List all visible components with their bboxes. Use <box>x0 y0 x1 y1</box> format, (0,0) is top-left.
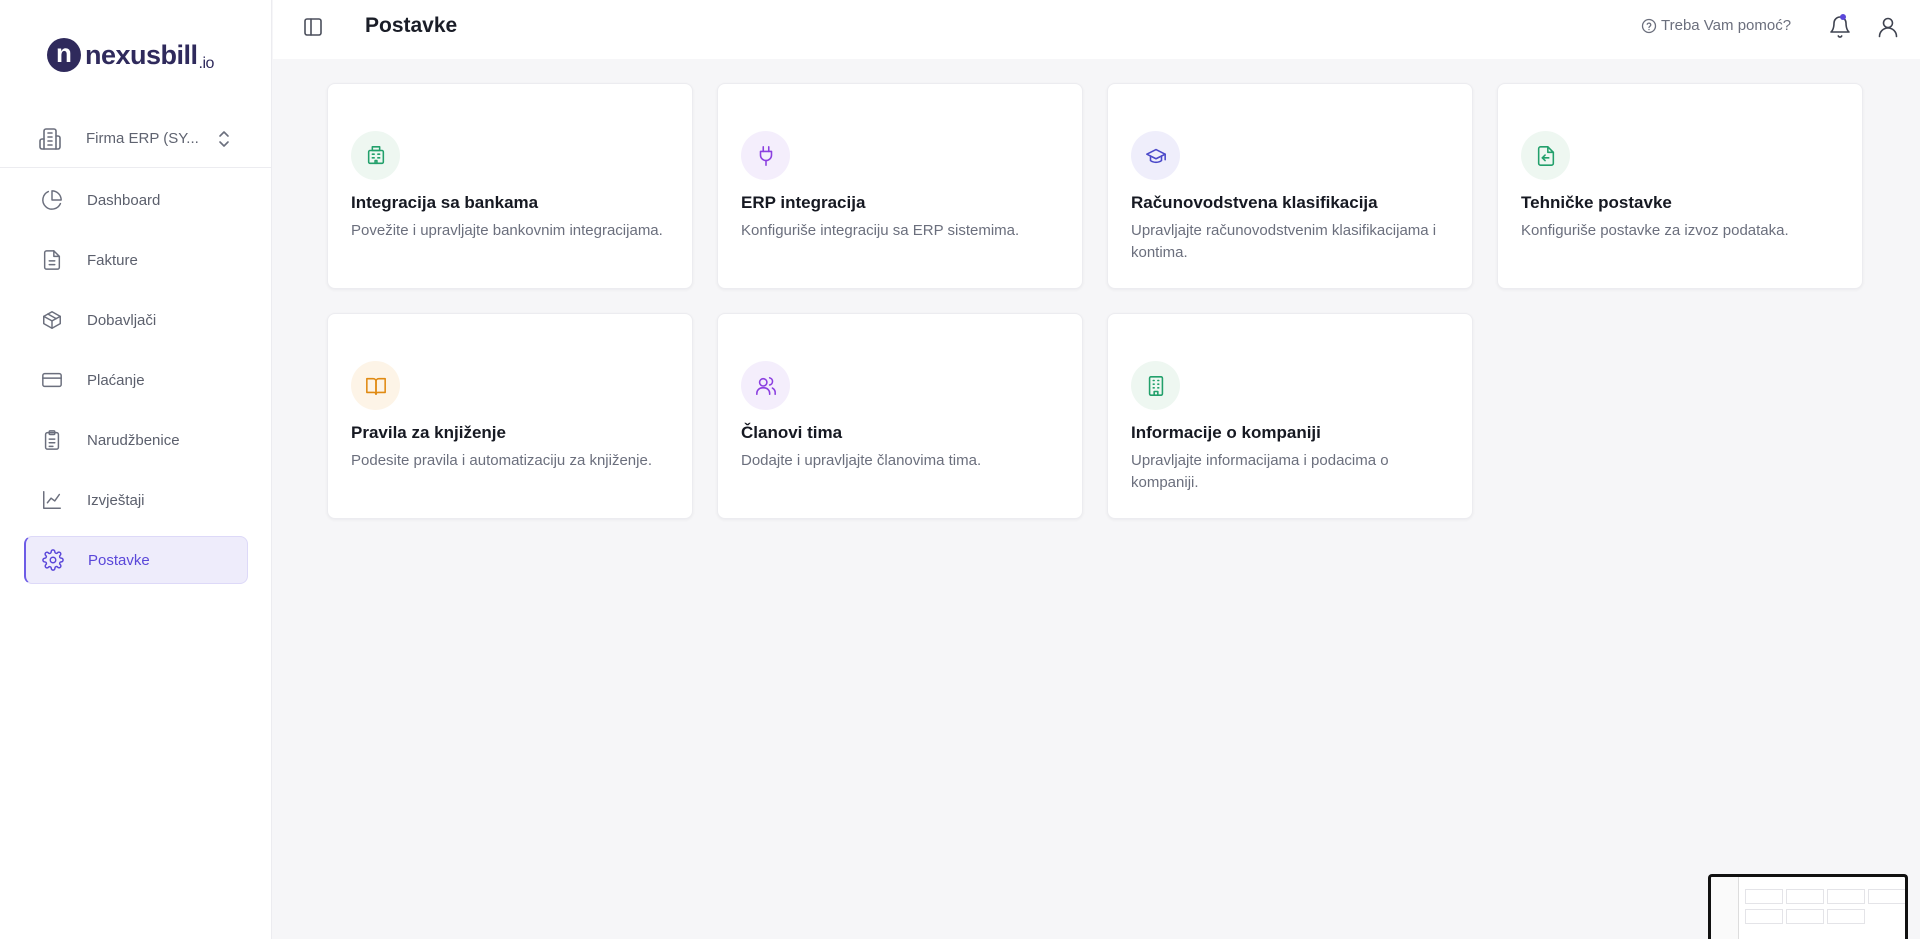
file-icon <box>43 250 61 270</box>
card-icon-badge <box>351 361 400 410</box>
card-title: Pravila za knjiženje <box>351 423 506 442</box>
sidebar: n nexusbill.io Firma ERP (SY... Dashboar… <box>0 0 272 939</box>
package-icon <box>43 311 61 329</box>
brand-logo[interactable]: n nexusbill.io <box>47 38 214 72</box>
sidebar-item-label: Postavke <box>88 551 150 569</box>
building-icon <box>1148 375 1163 396</box>
card-icon-badge <box>741 361 790 410</box>
graduation-cap-icon <box>1145 148 1166 163</box>
brand-name: nexusbill <box>85 39 198 70</box>
sidebar-item-izvjestaji[interactable]: Izvještaji <box>24 476 248 524</box>
settings-card-banks[interactable]: Integracija sa bankama Povežite i upravl… <box>327 83 693 289</box>
help-label: Treba Vam pomoć? <box>1661 17 1792 34</box>
line-chart-icon <box>43 491 61 509</box>
card-description: Upravljajte računovodstvenim klasifikaci… <box>1131 222 1437 261</box>
help-circle-icon <box>1641 18 1657 33</box>
preview-card <box>1868 889 1905 904</box>
sidebar-item-narudzbenice[interactable]: Narudžbenice <box>24 416 248 464</box>
settings-card-accounting[interactable]: Računovodstvena klasifikacija Upravljajt… <box>1107 83 1473 289</box>
company-switcher[interactable]: Firma ERP (SY... <box>0 110 272 168</box>
clipboard-list-icon <box>44 430 60 450</box>
preview-card <box>1786 889 1824 904</box>
preview-card <box>1745 909 1783 924</box>
card-description: Konfiguriše postavke za izvoz podataka. <box>1521 222 1789 239</box>
settings-card-erp[interactable]: ERP integracija Konfiguriše integraciju … <box>717 83 1083 289</box>
card-description: Konfiguriše integraciju sa ERP sistemima… <box>741 222 1020 239</box>
preview-card <box>1786 909 1824 924</box>
card-description: Povežite i upravljajte bankovnim integra… <box>351 222 663 239</box>
company-name: Firma ERP (SY... <box>86 130 199 147</box>
logo-text: nexusbill.io <box>85 39 215 72</box>
users-icon <box>755 376 776 395</box>
card-icon-badge <box>1131 361 1180 410</box>
preview-card <box>1827 909 1865 924</box>
sidebar-item-label: Fakture <box>87 251 138 269</box>
preview-card <box>1745 889 1783 904</box>
preview-sidebar <box>1711 877 1739 939</box>
sidebar-item-postavke[interactable]: Postavke <box>24 536 248 584</box>
sidebar-nav: Dashboard Fakture Dobavljači Plaćanje Na… <box>24 176 248 596</box>
sidebar-item-label: Plaćanje <box>87 371 145 389</box>
card-title: Računovodstvena klasifikacija <box>1131 193 1378 212</box>
card-icon-badge <box>351 131 400 180</box>
sidebar-item-dashboard[interactable]: Dashboard <box>24 176 248 224</box>
settings-card-company-info[interactable]: Informacije o kompaniji Upravljajte info… <box>1107 313 1473 519</box>
gear-icon <box>42 549 64 571</box>
settings-card-team[interactable]: Članovi tima Dodajte i upravljajte člano… <box>717 313 1083 519</box>
card-title: Članovi tima <box>741 423 843 442</box>
credit-card-icon <box>42 372 62 388</box>
building-icon <box>39 127 61 150</box>
card-description: Upravljajte informacijama i podacima o k… <box>1131 452 1389 491</box>
card-icon-badge <box>1521 131 1570 180</box>
sidebar-item-label: Narudžbenice <box>87 431 180 449</box>
notification-dot <box>1840 14 1846 20</box>
sidebar-item-label: Dobavljači <box>87 311 157 329</box>
settings-card-technical[interactable]: Tehničke postavke Konfiguriše postavke z… <box>1497 83 1863 289</box>
help-link[interactable]: Treba Vam pomoć? <box>1641 17 1791 34</box>
settings-card-posting-rules[interactable]: Pravila za knjiženje Podesite pravila i … <box>327 313 693 519</box>
brand-tld: .io <box>198 54 215 72</box>
sidebar-toggle-icon[interactable] <box>303 17 323 37</box>
top-header: Postavke Treba Vam pomoć? <box>273 0 1920 59</box>
card-description: Dodajte i upravljajte članovima tima. <box>741 452 982 469</box>
card-icon-badge <box>1131 131 1180 180</box>
bank-icon <box>367 145 384 164</box>
pie-chart-icon <box>42 190 62 210</box>
sidebar-item-label: Izvještaji <box>87 491 145 509</box>
card-title: Informacije o kompaniji <box>1131 423 1321 442</box>
open-book-icon <box>365 377 386 395</box>
sidebar-item-dobavljaci[interactable]: Dobavljači <box>24 296 248 344</box>
plug-icon <box>759 145 772 166</box>
card-title: Integracija sa bankama <box>351 193 539 212</box>
card-title: ERP integracija <box>741 193 866 212</box>
sidebar-item-placanje[interactable]: Plaćanje <box>24 356 248 404</box>
chevrons-up-down-icon <box>219 131 229 147</box>
logo-mark: n <box>47 38 81 72</box>
card-icon-badge <box>741 131 790 180</box>
preview-card <box>1827 889 1865 904</box>
user-icon[interactable] <box>1876 15 1900 39</box>
page-title: Postavke <box>365 14 458 37</box>
card-description: Podesite pravila i automatizaciju za knj… <box>351 452 652 469</box>
sidebar-item-label: Dashboard <box>87 191 161 209</box>
sidebar-item-fakture[interactable]: Fakture <box>24 236 248 284</box>
screen-preview-thumbnail[interactable] <box>1708 874 1908 939</box>
file-export-icon <box>1537 145 1554 166</box>
card-title: Tehničke postavke <box>1521 193 1672 212</box>
